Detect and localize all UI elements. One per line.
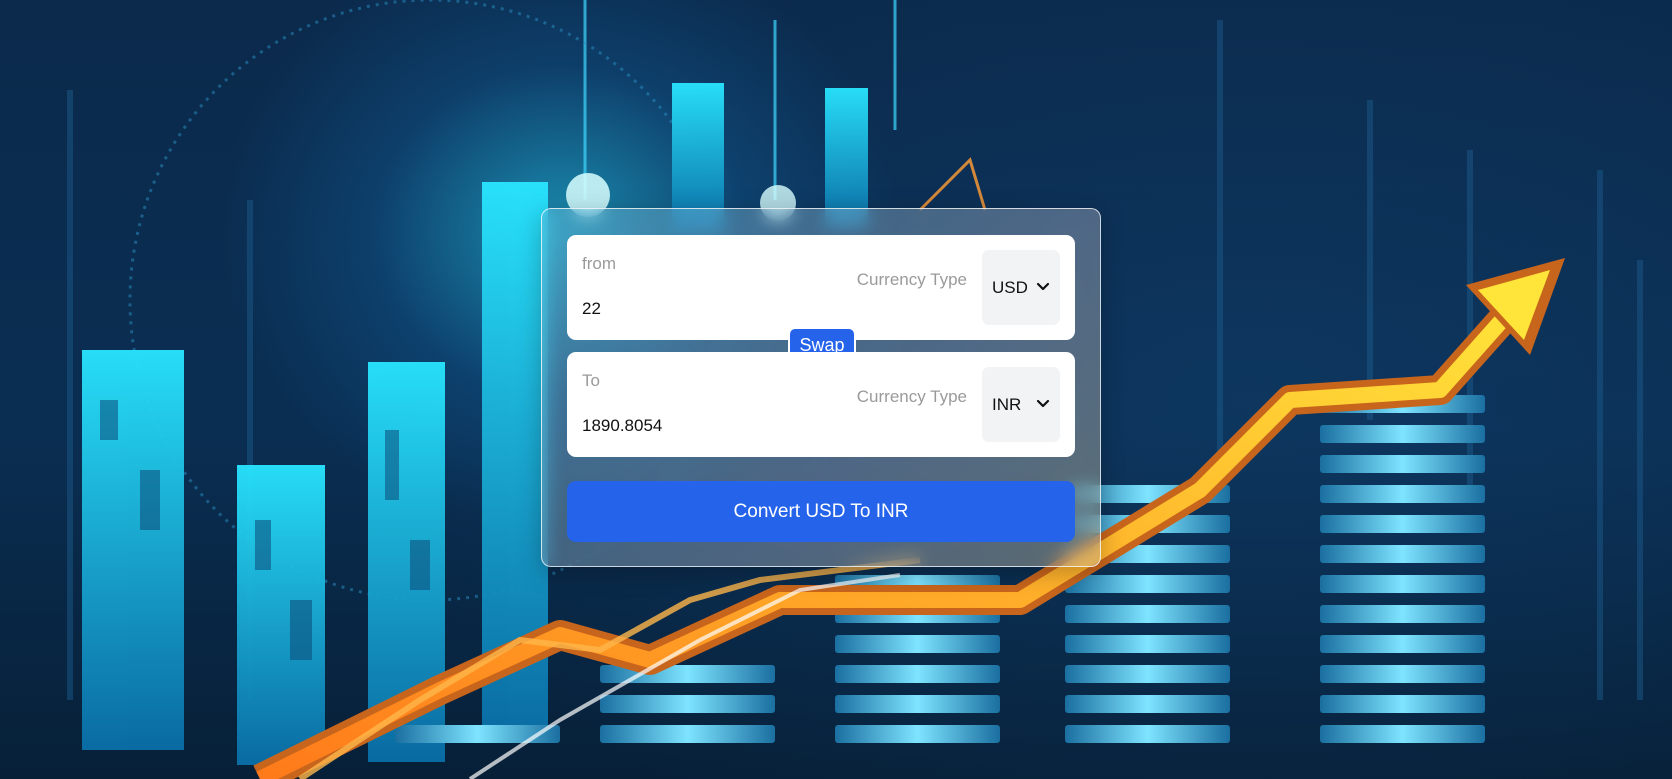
from-currency-value: USD	[992, 277, 1028, 297]
chevron-down-icon	[1036, 282, 1050, 291]
converter-card: from Currency Type USD Swap To Currency …	[541, 208, 1101, 567]
to-amount-input[interactable]	[582, 412, 832, 440]
to-currency-value: INR	[992, 394, 1022, 414]
to-currency-select[interactable]: INR	[982, 367, 1060, 442]
from-panel: from Currency Type USD	[567, 235, 1075, 340]
to-label: To	[582, 371, 600, 390]
from-currency-select[interactable]: USD	[982, 250, 1060, 325]
convert-button[interactable]: Convert USD To INR	[567, 481, 1075, 542]
from-label: from	[582, 254, 616, 273]
to-panel: To Currency Type INR	[567, 352, 1075, 457]
from-currency-type-label: Currency Type	[856, 270, 967, 289]
from-amount-input[interactable]	[582, 295, 832, 323]
to-currency-type-label: Currency Type	[856, 387, 967, 406]
chevron-down-icon	[1036, 399, 1050, 408]
